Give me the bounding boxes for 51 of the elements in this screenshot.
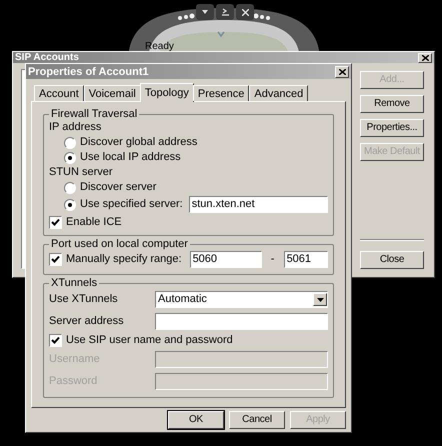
caret-icon — [202, 10, 208, 14]
checkbox[interactable] — [49, 216, 62, 228]
xtunnels-dropdown[interactable]: Automatic — [155, 291, 328, 308]
dock-button[interactable] — [216, 4, 234, 20]
radio-label: Use local IP address — [80, 150, 181, 166]
radio-button[interactable] — [64, 182, 76, 194]
field-label: Use XTunnels — [49, 292, 119, 308]
close-icon — [338, 68, 346, 74]
close-button[interactable] — [236, 4, 254, 20]
server-field[interactable]: stun.xten.net — [188, 196, 328, 213]
radio-label: Use specified server: — [80, 197, 183, 212]
group-title: Port used on local computer — [50, 238, 189, 250]
radio-button[interactable] — [64, 136, 76, 148]
checkbox-label: Enable ICE — [66, 214, 122, 230]
radio-button[interactable] — [64, 198, 76, 210]
close-icon — [242, 8, 248, 16]
minimize-button[interactable] — [196, 4, 214, 20]
checkbox[interactable] — [49, 334, 62, 346]
server-address-field[interactable] — [155, 312, 328, 330]
close-button[interactable]: Close — [360, 251, 424, 269]
window-title: SIP Accounts — [15, 52, 79, 63]
field-label: STUN server — [49, 165, 114, 180]
tab[interactable]: Voicemail — [84, 85, 141, 101]
checkbox-label: Use SIP user name and password — [66, 332, 233, 348]
tab[interactable]: Advanced — [249, 85, 308, 101]
port-field[interactable]: 5061 — [284, 251, 328, 268]
checkbox[interactable] — [49, 253, 62, 266]
port-field[interactable]: 5060 — [190, 251, 262, 268]
group-title: XTunnels — [50, 277, 98, 289]
radio-button[interactable] — [64, 152, 76, 164]
group-title: Firewall Traversal — [50, 108, 138, 120]
close-button[interactable] — [335, 66, 349, 78]
tab[interactable]: Account — [34, 85, 84, 101]
dialog-button[interactable]: Remove — [360, 95, 424, 113]
tab[interactable]: Presence — [192, 85, 250, 101]
dropdown-arrow-icon — [316, 298, 324, 302]
radio-label: Discover global address — [80, 135, 198, 150]
field-label: Server address — [49, 314, 125, 329]
range-separator: - — [270, 252, 276, 268]
window-title: Properties of Account1 — [28, 66, 149, 78]
checkbox-label: Manually specify range: — [66, 252, 182, 268]
phone-status: Ready — [145, 41, 174, 53]
close-icon — [422, 54, 428, 60]
dialog-button[interactable]: Cancel — [229, 411, 285, 429]
radio-label: Discover server — [80, 180, 156, 196]
dialog-button[interactable]: Properties... — [360, 119, 424, 137]
dialog-button[interactable]: OK — [168, 411, 224, 429]
field-label: IP address — [49, 120, 102, 135]
dock-icon — [222, 8, 228, 16]
close-button[interactable] — [418, 52, 432, 62]
tab[interactable]: Topology — [140, 83, 194, 102]
